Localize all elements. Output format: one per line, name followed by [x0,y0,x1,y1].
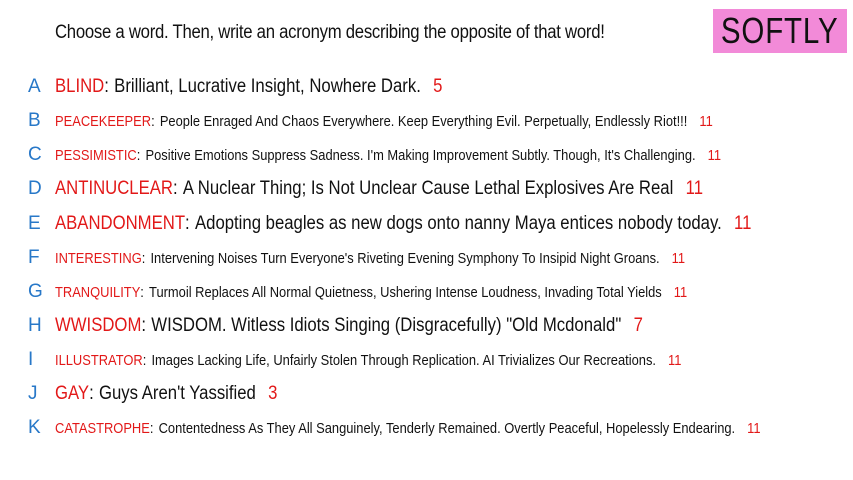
list-item: J GAY: Guys Aren't Yassified 3 [0,379,853,409]
list-item: G TRANQUILITY: Turmoil Replaces All Normal… [0,277,853,307]
row-colon: : [104,76,109,97]
row-acronym: Brilliant, Lucrative Insight, Nowhere Da… [114,76,421,97]
row-acronym: Guys Aren't Yassified [99,383,256,404]
row-letter: F [28,247,40,268]
row-count: 11 [668,351,682,369]
row-letter: B [28,110,41,131]
row-content: ILLUSTRATOR: Images Lacking Life, Unfairl… [55,352,681,369]
row-content: ABANDONMENT: Adopting beagles as new dogs… [55,213,751,235]
row-acronym: WISDOM. Witless Idiots Singing (Disgrace… [151,315,622,336]
row-count: 11 [671,249,686,267]
list-item: C PESSIMISTIC: Positive Emotions Suppress … [0,140,853,170]
row-word: PEACEKEEPER [55,112,152,130]
row-word: CATASTROPHE [55,419,150,437]
row-acronym: A Nuclear Thing; Is Not Unclear Cause Le… [182,178,674,199]
row-colon: : [136,146,141,164]
row-word: PESSIMISTIC [55,146,137,164]
row-count: 11 [747,419,761,437]
row-content: PESSIMISTIC: Positive Emotions Suppress S… [55,147,721,164]
row-letter: J [28,383,38,404]
row-colon: : [89,383,94,404]
row-word: BLIND [55,76,105,97]
row-word: ABANDONMENT [55,213,186,234]
row-colon: : [149,419,154,437]
row-acronym: Intervening Noises Turn Everyone's Rivet… [150,249,660,267]
row-letter: H [28,315,42,336]
row-colon: : [141,315,147,336]
row-word: GAY [55,383,90,404]
row-colon: : [141,249,146,267]
row-word: TRANQUILITY [55,283,141,301]
row-letter: A [28,76,41,97]
row-content: GAY: Guys Aren't Yassified 3 [55,383,277,405]
row-letter: C [28,144,42,165]
row-acronym: People Enraged And Chaos Everywhere. Kee… [159,112,688,130]
row-colon: : [140,283,144,301]
list-item: E ABANDONMENT: Adopting beagles as new dog… [0,209,853,239]
row-word: INTERESTING [55,249,142,267]
list-item: K CATASTROPHE: Contentedness As They All S… [0,413,853,443]
row-colon: : [185,213,190,234]
row-count: 11 [734,213,752,234]
row-acronym: Turmoil Replaces All Normal Quietness, U… [149,283,662,301]
row-colon: : [172,178,178,199]
row-count: 7 [633,315,643,336]
row-count: 11 [673,283,688,301]
row-colon: : [142,351,147,369]
row-count: 11 [707,146,722,164]
row-count: 5 [433,76,443,97]
row-letter: E [28,213,41,234]
list-item: B PEACEKEEPER: People Enraged And Chaos Ev… [0,106,853,136]
row-acronym: Adopting beagles as new dogs onto nanny … [194,213,722,234]
row-content: INTERESTING: Intervening Noises Turn Ever… [55,250,685,267]
row-content: ANTINUCLEAR: A Nuclear Thing; Is Not Uncl… [55,178,703,200]
prompt-text: Choose a word. Then, write an acronym de… [55,22,605,43]
list-item: F INTERESTING: Intervening Noises Turn Eve… [0,243,853,273]
row-letter: K [28,417,41,438]
row-content: BLIND: Brilliant, Lucrative Insight, Nowh… [55,76,442,98]
row-content: TRANQUILITY: Turmoil Replaces All Normal … [55,284,687,301]
row-word: ILLUSTRATOR [55,351,143,369]
row-acronym: Images Lacking Life, Unfairly Stolen Thr… [151,351,656,369]
row-colon: : [151,112,155,130]
row-letter: G [28,281,43,302]
list-item: A BLIND: Brilliant, Lucrative Insight, Now… [0,72,853,102]
row-count: 11 [699,112,713,130]
row-acronym: Contentedness As They All Sanguinely, Te… [158,419,736,437]
row-content: WWISDOM: WISDOM. Witless Idiots Singing (… [55,315,643,337]
row-content: CATASTROPHE: Contentedness As They All Sa… [55,420,761,437]
row-count: 11 [685,178,703,199]
row-acronym: Positive Emotions Suppress Sadness. I'm … [145,146,696,164]
badge-label: SOFTLY [721,10,839,51]
row-content: PEACEKEEPER: People Enraged And Chaos Eve… [55,113,713,130]
list-item: I ILLUSTRATOR: Images Lacking Life, Unfair… [0,345,853,375]
row-word: WWISDOM [55,315,142,336]
row-letter: I [28,349,34,370]
list-item: H WWISDOM: WISDOM. Witless Idiots Singing … [0,311,853,341]
row-letter: D [28,178,42,199]
list-item: D ANTINUCLEAR: A Nuclear Thing; Is Not Unc… [0,174,853,204]
row-count: 3 [268,383,278,404]
word-badge: SOFTLY [713,9,847,53]
row-word: ANTINUCLEAR [55,178,173,199]
